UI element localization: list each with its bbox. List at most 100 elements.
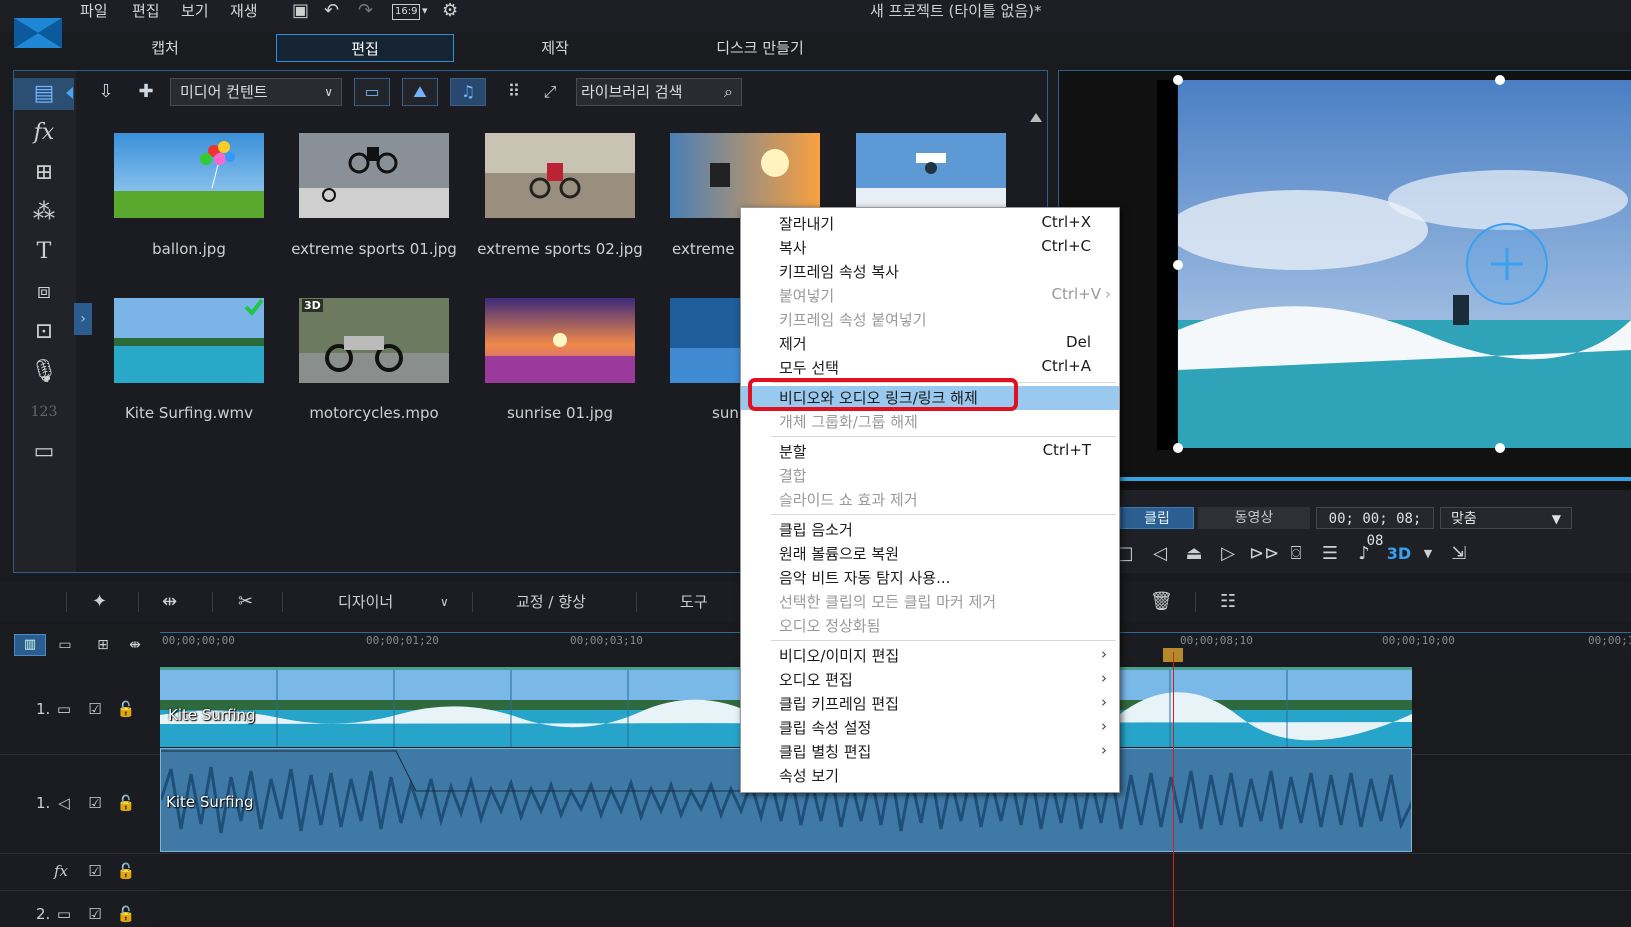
lock-icon[interactable]: 🔓 bbox=[116, 862, 136, 880]
track-enable-checkbox[interactable]: ☑ bbox=[85, 794, 105, 812]
thumb-extreme-sports-02[interactable] bbox=[485, 133, 635, 218]
move-crosshair-icon[interactable] bbox=[1465, 222, 1549, 306]
resize-icon[interactable]: ⤢ bbox=[536, 78, 564, 106]
title-room-icon[interactable]: T bbox=[28, 238, 60, 266]
menu-item-set-clip-attributes[interactable]: 클립 속성 설정 › bbox=[741, 716, 1119, 740]
menu-item-join[interactable]: 결합 bbox=[741, 464, 1119, 488]
filter-video-button[interactable]: ▭ bbox=[354, 78, 390, 106]
import-media-icon[interactable]: ⇩ bbox=[92, 78, 120, 106]
menu-item-split[interactable]: 분할 Ctrl+T bbox=[741, 440, 1119, 464]
fx-room-icon[interactable]: fx bbox=[28, 119, 60, 147]
tab-capture[interactable]: 캡처 bbox=[110, 34, 220, 62]
subtitle-icon[interactable]: ☰ bbox=[1317, 542, 1343, 566]
pip-room-icon[interactable]: ⊞ bbox=[28, 159, 60, 187]
magic-tools-icon[interactable]: ✦ bbox=[92, 590, 107, 614]
preview-scrubber[interactable] bbox=[1120, 477, 1631, 481]
menu-item-copy-keyframe-attributes[interactable]: 키프레임 속성 복사 bbox=[741, 260, 1119, 284]
menu-file[interactable]: 파일 bbox=[80, 0, 108, 22]
delete-icon[interactable]: 🗑 bbox=[1150, 590, 1173, 614]
fast-forward-icon[interactable]: ⊳⊳ bbox=[1249, 542, 1279, 566]
settings-gear-icon[interactable]: ⚙ bbox=[442, 0, 458, 22]
lock-icon[interactable]: 🔓 bbox=[116, 700, 136, 718]
zoom-timeline-icon[interactable]: ⇼ bbox=[122, 634, 148, 656]
menu-item-cut[interactable]: 잘라내기 Ctrl+X bbox=[741, 212, 1119, 236]
menu-item-remove-slideshow-effect[interactable]: 슬라이드 쇼 효과 제거 bbox=[741, 488, 1119, 512]
aspect-ratio-button[interactable]: 16:9 bbox=[392, 4, 421, 20]
grid-view-icon[interactable]: ⠿ bbox=[500, 78, 528, 106]
thumb-extreme-sports-01[interactable] bbox=[299, 133, 449, 218]
next-frame-icon[interactable]: ▷ bbox=[1215, 542, 1241, 566]
tab-produce[interactable]: 제작 bbox=[500, 34, 610, 62]
media-room-icon[interactable]: ▤ bbox=[28, 80, 60, 108]
thumb-extreme-sports-03[interactable] bbox=[670, 133, 820, 218]
menu-play[interactable]: 재생 bbox=[230, 0, 258, 22]
menu-item-mute-clip[interactable]: 클립 음소거 bbox=[741, 518, 1119, 542]
lock-icon[interactable]: 🔓 bbox=[116, 905, 136, 923]
audio-mixing-icon[interactable]: ⊡ bbox=[28, 318, 60, 346]
clip-mode-button[interactable]: 클립 bbox=[1120, 507, 1194, 529]
subtitle-room-icon[interactable]: ▭ bbox=[28, 438, 60, 466]
save-icon[interactable]: ▣ bbox=[292, 0, 309, 22]
menu-item-remove-clip-markers[interactable]: 선택한 클립의 모든 클립 마커 제거 bbox=[741, 590, 1119, 614]
library-search-input[interactable]: 라이브러리 검색 ⌕ bbox=[576, 78, 742, 106]
volume-icon[interactable]: ♪ bbox=[1351, 542, 1377, 566]
fit-timeline-icon[interactable]: ⇹ bbox=[162, 590, 177, 614]
menu-item-restore-volume[interactable]: 원래 볼륨으로 복원 bbox=[741, 542, 1119, 566]
menu-item-group-ungroup[interactable]: 개체 그룹화/그룹 해제 bbox=[741, 410, 1119, 434]
redo-icon[interactable]: ↷ bbox=[358, 0, 373, 22]
menu-item-edit-clip-keyframes[interactable]: 클립 키프레임 편집 › bbox=[741, 692, 1119, 716]
expand-panel-icon[interactable]: › bbox=[74, 303, 92, 335]
menu-view[interactable]: 보기 bbox=[181, 0, 209, 22]
tab-create-disc[interactable]: 디스크 만들기 bbox=[680, 34, 840, 62]
cut-icon[interactable]: ✂ bbox=[238, 590, 253, 614]
transition-room-icon[interactable]: ⧈ bbox=[28, 278, 60, 306]
chevron-down-icon[interactable]: ▼ bbox=[1415, 542, 1441, 566]
menu-item-select-all[interactable]: 모두 선택 Ctrl+A bbox=[741, 356, 1119, 380]
track-enable-checkbox[interactable]: ☑ bbox=[85, 862, 105, 880]
menu-item-view-properties[interactable]: 속성 보기 bbox=[741, 764, 1119, 788]
chevron-down-icon[interactable]: ▾ bbox=[422, 0, 428, 22]
snapshot-icon[interactable]: ⌼ bbox=[1283, 542, 1309, 566]
previous-frame-icon[interactable]: ◁ bbox=[1147, 542, 1173, 566]
timeline-view-icon[interactable]: ▥ bbox=[14, 634, 46, 656]
particle-room-icon[interactable]: ⁂ bbox=[28, 199, 60, 227]
media-content-select[interactable]: 미디어 컨텐트 ∨ bbox=[170, 78, 342, 106]
designer-dropdown[interactable]: 디자이너 bbox=[338, 590, 393, 614]
voice-record-icon[interactable]: 🎙 bbox=[28, 358, 60, 386]
thumb-sunrise-01[interactable] bbox=[485, 298, 635, 383]
fix-enhance-button[interactable]: 교정 / 향상 bbox=[516, 590, 586, 614]
tools-button[interactable]: 도구 bbox=[680, 590, 708, 614]
menu-item-edit-audio[interactable]: 오디오 편집 › bbox=[741, 668, 1119, 692]
3d-mode-button[interactable]: 3D bbox=[1386, 542, 1412, 566]
preview-video-frame[interactable] bbox=[1178, 80, 1631, 448]
thumb-extreme-sports-04[interactable] bbox=[856, 133, 1006, 218]
track-enable-checkbox[interactable]: ☑ bbox=[85, 700, 105, 718]
thumb-ballon[interactable] bbox=[114, 133, 264, 218]
filter-audio-button[interactable]: ♫ bbox=[450, 78, 486, 106]
menu-item-beat-detection[interactable]: 음악 비트 자동 탐지 사용... bbox=[741, 566, 1119, 590]
resize-handle[interactable] bbox=[1173, 75, 1183, 85]
resize-handle[interactable] bbox=[1495, 75, 1505, 85]
menu-edit[interactable]: 편집 bbox=[132, 0, 160, 22]
menu-item-edit-video-image[interactable]: 비디오/이미지 편집 › bbox=[741, 644, 1119, 668]
chevron-down-icon[interactable]: ∨ bbox=[440, 590, 449, 614]
track-manager-icon[interactable]: ⊞ bbox=[90, 634, 116, 656]
thumb-sunrise-02[interactable] bbox=[670, 298, 740, 383]
storyboard-view-icon[interactable]: ▭ bbox=[52, 634, 78, 656]
resize-handle[interactable] bbox=[1495, 443, 1505, 453]
menu-item-edit-clip-alias[interactable]: 클립 별칭 편집 › bbox=[741, 740, 1119, 764]
menu-item-normalize-audio[interactable]: 오디오 정상화됨 bbox=[741, 614, 1119, 638]
filter-image-button[interactable]: ⛰ bbox=[402, 78, 438, 106]
resize-handle[interactable] bbox=[1173, 260, 1183, 270]
menu-item-copy[interactable]: 복사 Ctrl+C bbox=[741, 236, 1119, 260]
timecode-display[interactable]: 00; 00; 08; 08 bbox=[1316, 507, 1434, 549]
menu-item-paste[interactable]: 붙여넣기 Ctrl+V › bbox=[741, 284, 1119, 308]
tab-edit[interactable]: 편집 bbox=[276, 34, 454, 62]
menu-item-remove[interactable]: 제거 Del bbox=[741, 332, 1119, 356]
undock-preview-icon[interactable]: ⇲ bbox=[1446, 542, 1472, 566]
lock-icon[interactable]: 🔓 bbox=[116, 794, 136, 812]
thumb-kite-surfing[interactable] bbox=[114, 298, 264, 383]
movie-mode-button[interactable]: 동영상 bbox=[1198, 507, 1310, 529]
track-enable-checkbox[interactable]: ☑ bbox=[85, 905, 105, 923]
more-options-icon[interactable]: ☷ bbox=[1220, 590, 1236, 614]
